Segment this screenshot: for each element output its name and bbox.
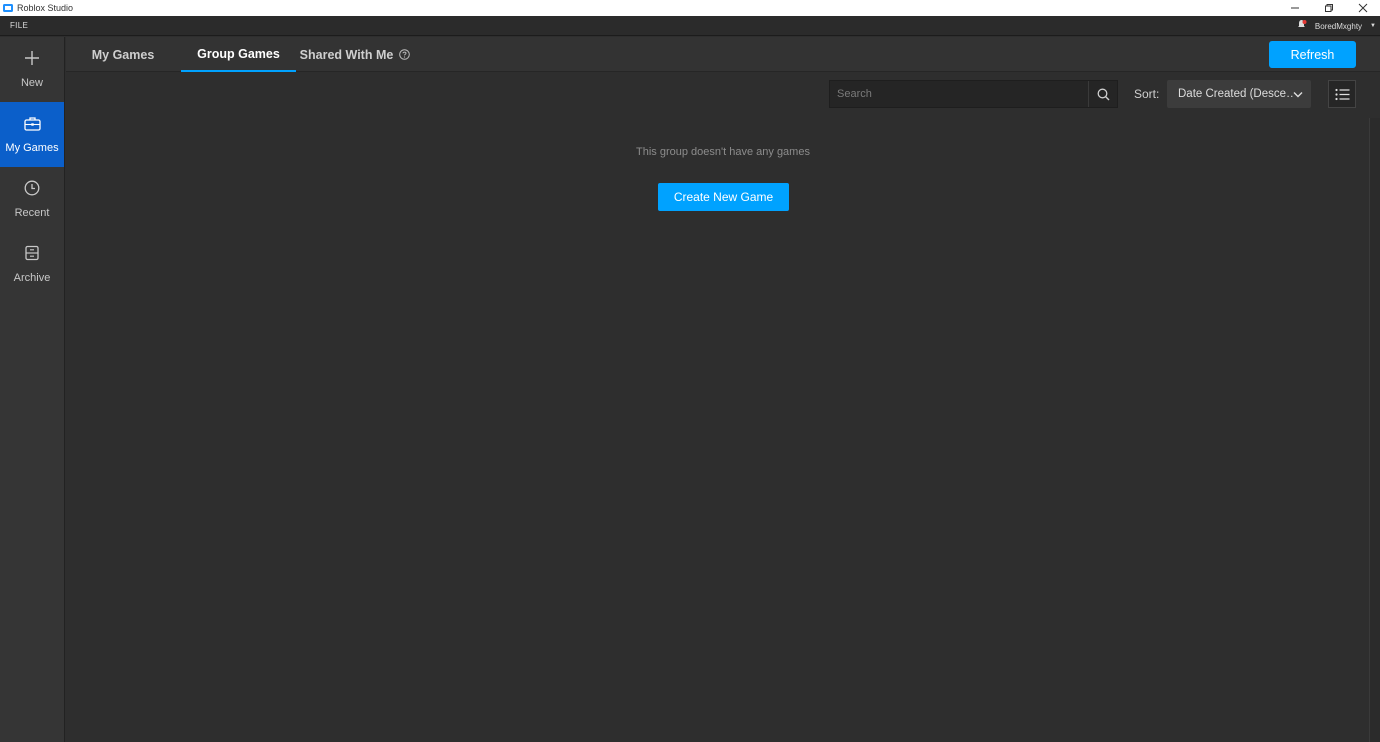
restore-icon	[1325, 4, 1333, 12]
tab-shared-with-me[interactable]: Shared With Me	[296, 37, 414, 72]
sidebar: New My Games Recent Archive	[0, 37, 65, 742]
sidebar-item-label: Archive	[13, 272, 51, 284]
refresh-button[interactable]: Refresh	[1269, 41, 1356, 68]
user-menu[interactable]: BoredMxghty ▼	[1296, 16, 1376, 36]
list-view-button[interactable]	[1328, 80, 1356, 108]
notification-bell-icon[interactable]	[1296, 17, 1307, 35]
sidebar-item-label: New	[20, 77, 43, 89]
create-new-game-button[interactable]: Create New Game	[658, 183, 789, 211]
restore-button[interactable]	[1312, 0, 1346, 16]
search-box	[829, 80, 1118, 108]
close-button[interactable]	[1346, 0, 1380, 16]
window-title: Roblox Studio	[17, 3, 74, 13]
briefcase-icon	[23, 116, 41, 136]
help-icon[interactable]	[399, 49, 411, 60]
sort-value: Date Created (Desce…	[1178, 88, 1293, 100]
username[interactable]: BoredMxghty	[1315, 22, 1362, 31]
scrollbar[interactable]	[1369, 118, 1380, 742]
menu-bar: FILE BoredMxghty ▼	[0, 16, 1380, 36]
empty-state-message: This group doesn't have any games	[636, 146, 810, 158]
search-button[interactable]	[1088, 81, 1117, 107]
chevron-down-icon	[1293, 85, 1303, 103]
chevron-down-icon[interactable]: ▼	[1370, 23, 1376, 29]
sort-label: Sort:	[1134, 87, 1160, 101]
search-input[interactable]	[830, 81, 1088, 107]
tab-label: Shared With Me	[299, 47, 394, 62]
file-menu[interactable]: FILE	[10, 21, 28, 30]
sort-dropdown[interactable]: Date Created (Desce…	[1167, 80, 1311, 108]
search-icon	[1097, 88, 1109, 100]
sidebar-item-my-games[interactable]: My Games	[0, 102, 64, 167]
plus-icon	[24, 50, 40, 71]
tab-group-games[interactable]: Group Games	[181, 37, 296, 72]
minimize-button[interactable]	[1278, 0, 1312, 16]
list-view-icon	[1334, 88, 1349, 100]
minimize-icon	[1291, 7, 1299, 9]
sidebar-item-archive[interactable]: Archive	[0, 232, 64, 297]
title-bar: Roblox Studio	[0, 0, 1380, 16]
sidebar-item-label: My Games	[5, 141, 59, 154]
tab-my-games[interactable]: My Games	[81, 37, 165, 72]
window-controls	[1278, 0, 1380, 16]
sidebar-item-recent[interactable]: Recent	[0, 167, 64, 232]
tab-bar: My Games Group Games Shared With Me Refr…	[66, 37, 1380, 72]
roblox-studio-logo-icon	[3, 3, 13, 13]
archive-icon	[24, 245, 40, 266]
close-icon	[1358, 3, 1368, 13]
clock-icon	[24, 180, 40, 201]
sidebar-item-new[interactable]: New	[0, 37, 64, 102]
sidebar-item-label: Recent	[14, 207, 50, 219]
